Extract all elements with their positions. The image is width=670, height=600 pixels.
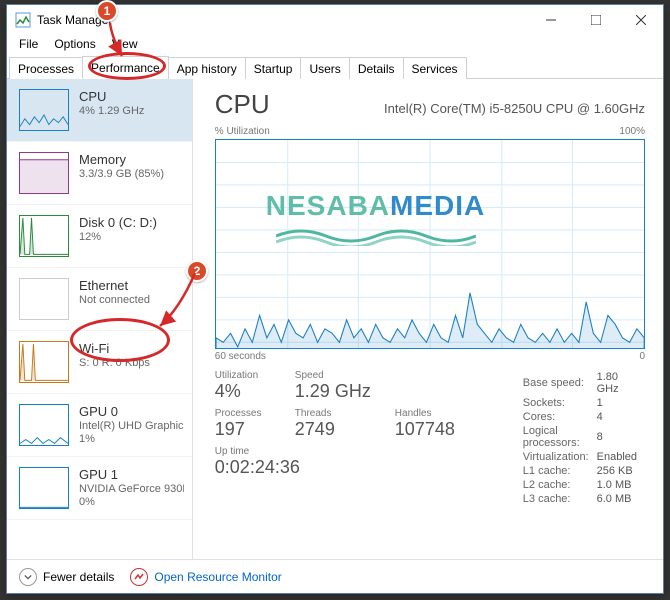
speed-value: 1.29 GHz: [295, 381, 395, 402]
sidebar-item-memory[interactable]: Memory 3.3/3.9 GB (85%): [7, 142, 192, 205]
processes-value: 197: [215, 419, 295, 440]
close-button[interactable]: [618, 5, 663, 35]
sidebar-item-gpu1[interactable]: GPU 1 NVIDIA GeForce 930MX 0%: [7, 457, 192, 520]
disk-mini-chart-icon: [19, 215, 69, 257]
sidebar-item-label: Disk 0 (C: D:): [79, 215, 157, 231]
wifi-mini-chart-icon: [19, 341, 69, 383]
tab-app-history[interactable]: App history: [168, 57, 246, 79]
detail-title: CPU: [215, 89, 270, 120]
sidebar-item-cpu[interactable]: CPU 4% 1.29 GHz: [7, 79, 192, 142]
sidebar-item-label: GPU 1: [79, 467, 184, 483]
tab-startup[interactable]: Startup: [245, 57, 302, 79]
sidebar-item-label: GPU 0: [79, 404, 184, 420]
threads-value: 2749: [295, 419, 395, 440]
util-label: Utilization: [215, 370, 295, 381]
tab-users[interactable]: Users: [300, 57, 349, 79]
processes-label: Processes: [215, 408, 295, 419]
chart-axis-top-left: % Utilization: [215, 126, 270, 137]
gpu-mini-chart-icon: [19, 467, 69, 509]
handles-label: Handles: [395, 408, 495, 419]
sidebar-item-sub: 3.3/3.9 GB (85%): [79, 168, 164, 181]
gpu-mini-chart-icon: [19, 404, 69, 446]
speed-label: Speed: [295, 370, 395, 381]
sidebar-item-wifi[interactable]: Wi-Fi S: 0 R: 0 Kbps: [7, 331, 192, 394]
tab-performance[interactable]: Performance: [82, 56, 169, 79]
watermark-wave-icon: [276, 226, 476, 246]
titlebar: Task Manager: [7, 5, 663, 35]
chart-axis-bot-right: 0: [639, 351, 645, 362]
cpu-utilization-chart: NESABAMEDIA: [215, 139, 645, 349]
tab-services[interactable]: Services: [403, 57, 467, 79]
maximize-button[interactable]: [573, 5, 618, 35]
sidebar-item-sub: Intel(R) UHD Graphics 620: [79, 420, 184, 433]
sidebar-item-sub: S: 0 R: 0 Kbps: [79, 357, 150, 370]
menu-file[interactable]: File: [11, 35, 46, 55]
fewer-details-button[interactable]: Fewer details: [19, 568, 114, 586]
handles-value: 107748: [395, 419, 495, 440]
app-icon: [15, 12, 31, 28]
sidebar-item-label: Memory: [79, 152, 164, 168]
menu-view[interactable]: View: [104, 35, 146, 55]
memory-mini-chart-icon: [19, 152, 69, 194]
sidebar-item-ethernet[interactable]: Ethernet Not connected: [7, 268, 192, 331]
uptime-label: Up time: [215, 446, 495, 457]
sidebar-item-label: Ethernet: [79, 278, 150, 294]
cpu-mini-chart-icon: [19, 89, 69, 131]
sidebar-item-sub: 4% 1.29 GHz: [79, 105, 144, 118]
sidebar-item-sub2: 0%: [79, 496, 184, 509]
sidebar-item-gpu0[interactable]: GPU 0 Intel(R) UHD Graphics 620 1%: [7, 394, 192, 457]
minimize-button[interactable]: [528, 5, 573, 35]
resource-monitor-icon: [130, 568, 148, 586]
sidebar: CPU 4% 1.29 GHz Memory 3.3/3.9 GB (85%): [7, 79, 193, 559]
menubar: File Options View: [7, 35, 663, 55]
menu-options[interactable]: Options: [46, 35, 103, 55]
sidebar-item-sub: 12%: [79, 231, 157, 244]
sidebar-item-sub2: 1%: [79, 433, 184, 446]
detail-model: Intel(R) Core(TM) i5-8250U CPU @ 1.60GHz: [384, 101, 645, 116]
cpu-specs-table: Base speed:1.80 GHz Sockets:1 Cores:4 Lo…: [523, 370, 645, 506]
sidebar-item-disk0[interactable]: Disk 0 (C: D:) 12%: [7, 205, 192, 268]
chevron-down-icon: [19, 568, 37, 586]
uptime-value: 0:02:24:36: [215, 457, 495, 478]
tabs: Processes Performance App history Startu…: [7, 55, 663, 79]
chart-axis-bot-left: 60 seconds: [215, 351, 266, 362]
sidebar-item-label: CPU: [79, 89, 144, 105]
detail-pane: CPU Intel(R) Core(TM) i5-8250U CPU @ 1.6…: [193, 79, 663, 559]
task-manager-window: Task Manager File Options View Processes…: [6, 4, 664, 594]
open-resource-monitor-link[interactable]: Open Resource Monitor: [130, 568, 281, 586]
chart-axis-top-right: 100%: [619, 126, 645, 137]
footer: Fewer details Open Resource Monitor: [7, 559, 663, 593]
ethernet-mini-chart-icon: [19, 278, 69, 320]
tab-details[interactable]: Details: [349, 57, 404, 79]
threads-label: Threads: [295, 408, 395, 419]
window-title: Task Manager: [37, 13, 528, 27]
sidebar-item-label: Wi-Fi: [79, 341, 150, 357]
sidebar-item-sub: NVIDIA GeForce 930MX: [79, 483, 184, 496]
tab-processes[interactable]: Processes: [9, 57, 83, 79]
util-value: 4%: [215, 381, 295, 402]
sidebar-item-sub: Not connected: [79, 294, 150, 307]
